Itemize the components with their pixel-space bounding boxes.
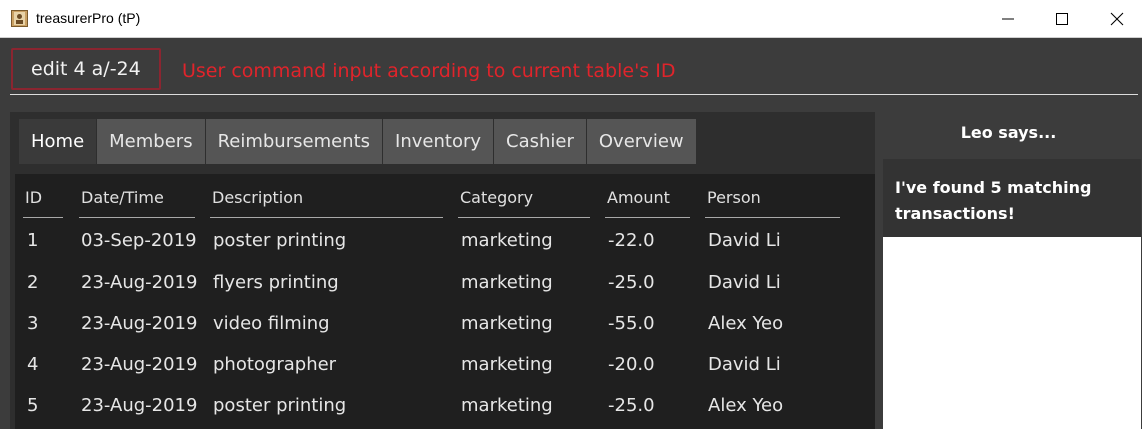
cell-datetime: 23-Aug-2019	[81, 272, 198, 293]
cell-person: Alex Yeo	[708, 313, 784, 334]
cell-category: marketing	[461, 395, 553, 416]
cell-datetime: 23-Aug-2019	[81, 313, 198, 334]
assistant-title: Leo says...	[960, 123, 1057, 142]
cell-datetime: 23-Aug-2019	[81, 395, 198, 416]
assistant-message: I've found 5 matching transactions!	[895, 178, 1092, 223]
assistant-output-area[interactable]	[883, 237, 1141, 429]
cell-id: 5	[27, 395, 39, 416]
close-button[interactable]	[1094, 0, 1140, 38]
tab-bar: Home Members Reimbursements Inventory Ca…	[19, 119, 697, 164]
cell-category: marketing	[461, 272, 553, 293]
cell-category: marketing	[461, 354, 553, 375]
cell-amount: -22.0	[608, 230, 655, 251]
tab-members[interactable]: Members	[97, 119, 205, 164]
cell-id: 4	[27, 354, 39, 375]
cell-description: video filming	[213, 313, 330, 334]
command-area: User command input according to current …	[0, 38, 1142, 106]
cell-description: poster printing	[213, 395, 347, 416]
transactions-table: ID Date/Time Description Category Amount…	[15, 174, 875, 429]
maximize-icon	[1056, 13, 1068, 25]
column-header-description[interactable]: Description	[210, 188, 443, 218]
cell-amount: -55.0	[608, 313, 655, 334]
cell-person: David Li	[708, 272, 781, 293]
assistant-message-box: I've found 5 matching transactions!	[883, 159, 1141, 237]
close-icon	[1110, 12, 1124, 26]
command-annotation: User command input according to current …	[182, 60, 676, 82]
column-header-person[interactable]: Person	[705, 188, 840, 218]
tab-inventory[interactable]: Inventory	[383, 119, 494, 164]
column-header-amount[interactable]: Amount	[605, 188, 690, 218]
cell-id: 2	[27, 272, 39, 293]
cell-category: marketing	[461, 313, 553, 334]
app-icon	[11, 10, 28, 27]
cell-amount: -25.0	[608, 272, 655, 293]
cell-id: 1	[27, 230, 39, 251]
tab-overview[interactable]: Overview	[586, 119, 696, 164]
cell-description: photographer	[213, 354, 337, 375]
cell-description: poster printing	[213, 230, 347, 251]
tab-cashier[interactable]: Cashier	[494, 119, 586, 164]
column-header-category[interactable]: Category	[458, 188, 590, 218]
cell-description: flyers printing	[213, 272, 339, 293]
command-underline	[10, 94, 1138, 95]
maximize-button[interactable]	[1039, 0, 1085, 38]
cell-datetime: 23-Aug-2019	[81, 354, 198, 375]
cell-person: Alex Yeo	[708, 395, 784, 416]
minimize-icon	[1002, 18, 1014, 20]
cell-amount: -20.0	[608, 354, 655, 375]
assistant-panel: Leo says... I've found 5 matching transa…	[875, 106, 1142, 429]
cell-category: marketing	[461, 230, 553, 251]
title-bar: treasurerPro (tP)	[0, 0, 1142, 38]
command-box	[11, 48, 161, 90]
minimize-button[interactable]	[985, 0, 1031, 38]
window-title: treasurerPro (tP)	[36, 10, 141, 26]
command-input[interactable]	[13, 50, 159, 88]
tab-home[interactable]: Home	[19, 119, 97, 164]
tab-reimbursements[interactable]: Reimbursements	[205, 119, 383, 164]
cell-id: 3	[27, 313, 39, 334]
column-header-id[interactable]: ID	[23, 188, 63, 218]
cell-datetime: 03-Sep-2019	[81, 230, 197, 251]
cell-person: David Li	[708, 230, 781, 251]
main-panel: Home Members Reimbursements Inventory Ca…	[10, 112, 875, 429]
cell-person: David Li	[708, 354, 781, 375]
column-header-datetime[interactable]: Date/Time	[79, 188, 195, 218]
cell-amount: -25.0	[608, 395, 655, 416]
